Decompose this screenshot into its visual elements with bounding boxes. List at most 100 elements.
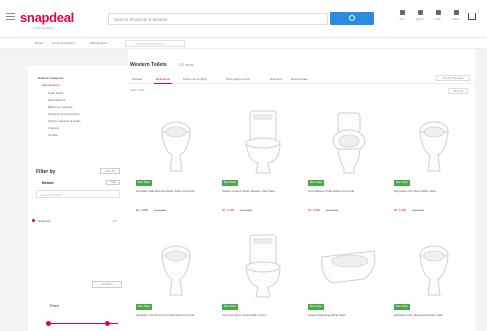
breadcrumb-item[interactable]: Sanitaryware bbox=[90, 41, 108, 45]
bestseller-badge: Best Seller bbox=[136, 180, 153, 186]
product-title[interactable]: Hindware One Piece Floor Mounted Commode bbox=[136, 313, 206, 318]
tab-price-low-high[interactable]: Price Low to High bbox=[183, 77, 207, 81]
bestseller-badge: Best Seller bbox=[222, 304, 239, 310]
search-button[interactable] bbox=[330, 12, 374, 25]
product-title[interactable]: Hindware Floor Mounted Western Toilet bbox=[394, 313, 464, 318]
price-slider-max-handle[interactable] bbox=[105, 321, 110, 326]
price-filter-title: Price bbox=[50, 303, 60, 308]
view-more-button[interactable]: View More bbox=[92, 281, 122, 288]
product-card[interactable]: Best Seller Cera Two Piece Closet With Ci… bbox=[222, 229, 302, 331]
filter-sidebar: Related Categories Sanitaryware Toilet S… bbox=[28, 66, 128, 331]
product-title[interactable]: Cera Two Piece Closet With Cistern bbox=[222, 313, 292, 318]
sidebar-item-sanitaryware[interactable]: Sanitaryware bbox=[42, 83, 60, 87]
top-header: snapdeal Unbox Zindagi Search Products &… bbox=[0, 0, 487, 38]
sidebar-item[interactable]: Wash Basins bbox=[48, 98, 65, 102]
logo[interactable]: snapdeal bbox=[20, 10, 74, 25]
sidebar-item[interactable]: Toilet Seats bbox=[48, 91, 64, 95]
clear-all-button[interactable]: Clear All bbox=[100, 168, 120, 174]
user-icon bbox=[417, 10, 423, 15]
search-placeholder: Search Products & Brands bbox=[114, 17, 168, 22]
sidebar-item[interactable]: Bathroom Faucets bbox=[48, 105, 73, 109]
page-title: Western Toilets bbox=[130, 62, 167, 68]
product-image[interactable] bbox=[394, 229, 474, 304]
cart-header-icon[interactable]: Cart bbox=[394, 10, 410, 21]
product-card[interactable]: Best Seller Jaquar Ceramic White Western … bbox=[222, 105, 302, 215]
product-image[interactable] bbox=[394, 105, 474, 180]
breadcrumb-item[interactable]: Home bbox=[35, 41, 43, 45]
brand-option-count: (48) bbox=[112, 219, 118, 223]
sidebar-heading: Related Categories bbox=[38, 76, 64, 80]
page-size-dropdown[interactable]: Show 20 bbox=[448, 88, 468, 94]
sidebar-item[interactable]: Cisterns bbox=[48, 126, 59, 130]
sort-tabs: Popular Relevance Price Low to High Pric… bbox=[128, 75, 475, 84]
product-price: Rs. 3,999 bbox=[308, 208, 320, 212]
sidebar-item[interactable]: Kitchen Faucets & Sinks bbox=[48, 119, 81, 123]
price-slider-min-handle[interactable] bbox=[45, 321, 51, 326]
logo-tagline: Unbox Zindagi bbox=[33, 26, 53, 30]
help-header-icon[interactable]: Help bbox=[430, 10, 446, 21]
cart-icon bbox=[399, 10, 405, 15]
cart-label: Cart bbox=[399, 18, 405, 21]
brand-search-input[interactable]: Search by Brand bbox=[36, 190, 120, 198]
product-card[interactable]: Best Seller Cera Western Toilet White Com… bbox=[308, 105, 388, 215]
product-mrp: Rs. 8,999 bbox=[412, 208, 424, 212]
brand-clear-button[interactable]: Clear bbox=[106, 180, 120, 185]
tab-price-high-low[interactable]: Price High to Low bbox=[226, 77, 250, 81]
bestseller-badge: Best Seller bbox=[394, 304, 411, 310]
offers-label: Offers bbox=[452, 18, 460, 21]
category-search-input[interactable]: Search in this category bbox=[125, 40, 185, 47]
tab-new-arrivals[interactable]: New Arrivals bbox=[291, 77, 308, 81]
tab-popular[interactable]: Popular bbox=[132, 77, 142, 81]
help-label: Help bbox=[435, 18, 441, 21]
product-image[interactable] bbox=[308, 105, 388, 180]
product-mrp: Rs. 6,599 bbox=[154, 208, 166, 212]
user-header-icon[interactable]: Sign In bbox=[412, 10, 428, 21]
tab-discount[interactable]: Discount bbox=[270, 77, 282, 81]
tab-relevance[interactable]: Relevance bbox=[153, 77, 173, 84]
product-image[interactable] bbox=[136, 105, 216, 180]
offers-header-icon[interactable]: Offers bbox=[448, 10, 464, 21]
product-card[interactable]: Best Seller Jaquar Wall Hung White Toilet… bbox=[308, 229, 388, 331]
bestseller-badge: Best Seller bbox=[222, 180, 239, 186]
brand-search-placeholder: Search by Brand bbox=[40, 193, 63, 197]
sidebar-item[interactable]: Showers & Accessories bbox=[48, 112, 79, 116]
product-title[interactable]: Jaquar Wall Hung White Toilet bbox=[308, 313, 378, 318]
product-card[interactable]: Best Seller Parryware One Piece White Toi… bbox=[394, 105, 474, 215]
bestseller-badge: Best Seller bbox=[394, 180, 411, 186]
breadcrumb-item[interactable]: Home Furnishing bbox=[52, 41, 75, 45]
product-image[interactable] bbox=[222, 105, 302, 180]
product-image[interactable] bbox=[222, 229, 302, 304]
item-count: 123 Items bbox=[178, 63, 194, 67]
product-image[interactable] bbox=[136, 229, 216, 304]
product-price: Rs. 4,899 bbox=[136, 208, 148, 212]
product-listing: Western Toilets 123 Items Popular Releva… bbox=[128, 49, 475, 331]
help-icon bbox=[435, 10, 441, 15]
search-input[interactable]: Search Products & Brands bbox=[108, 13, 328, 25]
view-label: View: Grid bbox=[130, 88, 144, 92]
filter-title: Filter by bbox=[36, 169, 56, 175]
brand-option[interactable]: Hindware bbox=[32, 219, 51, 223]
product-image[interactable] bbox=[308, 229, 388, 304]
sidebar-item[interactable]: Urinals bbox=[48, 133, 57, 137]
bag-icon[interactable] bbox=[468, 13, 476, 20]
product-title[interactable]: Parryware One Piece White Toilet bbox=[394, 189, 464, 194]
product-title[interactable]: Jaquar Ceramic White Western Toilet Seat bbox=[222, 189, 292, 194]
product-card[interactable]: Best Seller Hindware Wall Mounted White T… bbox=[136, 105, 216, 215]
product-card[interactable]: Best Seller Hindware Floor Mounted Wester… bbox=[394, 229, 474, 331]
product-price: Rs. 6,499 bbox=[394, 208, 406, 212]
product-mrp: Rs. 7,299 bbox=[240, 208, 252, 212]
offers-icon bbox=[453, 10, 459, 15]
breadcrumb: Home Home Furnishing Sanitaryware Search… bbox=[0, 38, 487, 49]
brand-filter-title[interactable]: Brand bbox=[42, 180, 54, 185]
menu-icon[interactable] bbox=[6, 13, 15, 21]
product-price: Rs. 5,199 bbox=[222, 208, 234, 212]
product-title[interactable]: Cera Western Toilet White Commode bbox=[308, 189, 378, 194]
product-title[interactable]: Hindware Wall Mounted White Toilet Commo… bbox=[136, 189, 206, 194]
category-search-placeholder: Search in this category bbox=[135, 42, 166, 46]
user-label: Sign In bbox=[416, 18, 424, 21]
bestseller-badge: Best Seller bbox=[308, 304, 325, 310]
bestseller-badge: Best Seller bbox=[136, 304, 153, 310]
bestseller-badge: Best Seller bbox=[308, 180, 325, 186]
sort-dropdown[interactable]: Sort by: Popularity bbox=[436, 75, 470, 81]
product-card[interactable]: Best Seller Hindware One Piece Floor Moun… bbox=[136, 229, 216, 331]
